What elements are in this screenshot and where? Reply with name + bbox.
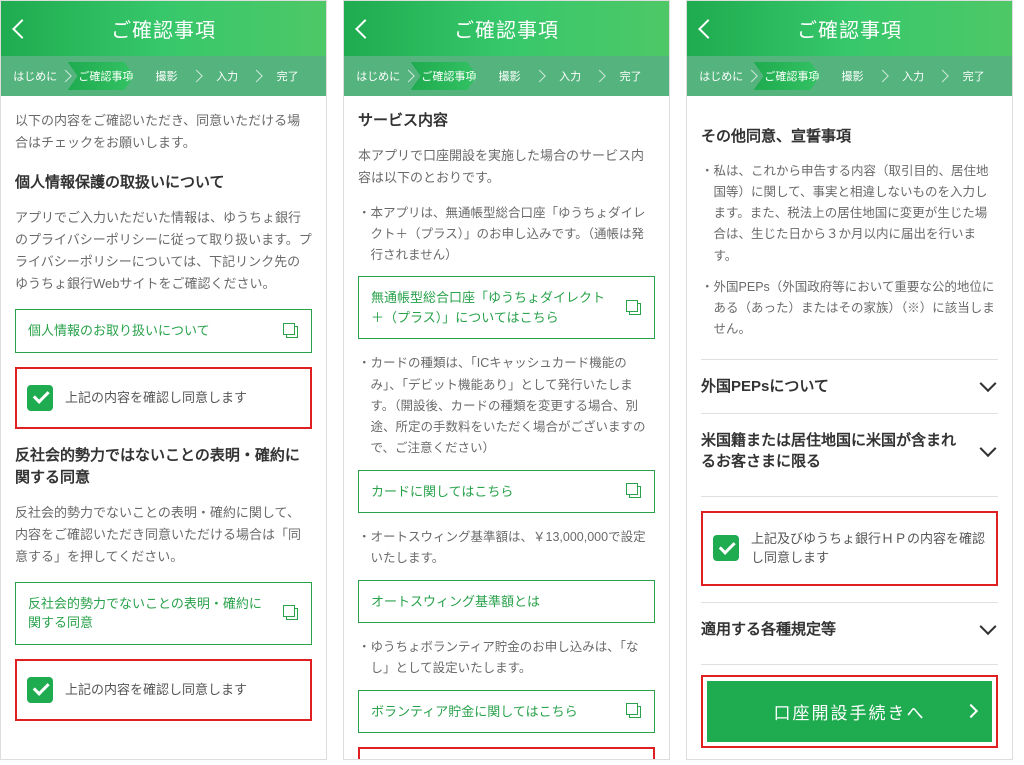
step-input: 入力: [542, 62, 599, 90]
content: サービス内容 本アプリで口座開設を実施した場合のサービス内容は以下のとおりです。…: [344, 96, 669, 759]
checkbox-checked-icon[interactable]: [27, 385, 53, 411]
header: ご確認事項: [344, 1, 669, 56]
divider: [701, 664, 998, 665]
divider: [701, 496, 998, 497]
proceed-highlight: 口座開設手続きへ: [701, 675, 998, 748]
expand-us-person[interactable]: 米国籍または居住地国に米国が含まれるお客さまに限る: [701, 413, 998, 488]
privacy-para: アプリでご入力いただいた情報は、ゆうちょ銀行のプライバシーポリシーに従って取り扱…: [15, 207, 312, 295]
page-title: ご確認事項: [797, 14, 902, 43]
step-input: 入力: [199, 62, 256, 90]
service-intro: 本アプリで口座開設を実施した場合のサービス内容は以下のとおりです。: [358, 145, 655, 189]
step-intro: はじめに: [350, 62, 407, 90]
step-done: 完了: [259, 62, 316, 90]
chevron-down-icon: [980, 440, 997, 457]
content: 以下の内容をご確認いただき、同意いただける場合はチェックをお願いします。 個人情…: [1, 96, 326, 759]
header: ご確認事項: [1, 1, 326, 56]
antisocial-link[interactable]: 反社会的勢力でないことの表明・確約に関する同意: [15, 582, 312, 645]
external-link-icon: [283, 323, 299, 339]
step-confirm: ご確認事項: [754, 62, 821, 90]
progress-bar: はじめに ご確認事項 撮影 入力 完了: [344, 56, 669, 96]
step-intro: はじめに: [7, 62, 64, 90]
other-check-label: 上記及びゆうちょ銀行ＨＰの内容を確認し同意します: [751, 529, 986, 568]
service-check-row[interactable]: 上記の内容を確認し同意します: [364, 753, 649, 759]
other-consent-title: その他同意、宣誓事項: [701, 126, 998, 149]
page-title: ご確認事項: [454, 14, 559, 43]
back-icon[interactable]: [12, 19, 32, 39]
progress-bar: はじめに ご確認事項 撮影 入力 完了: [1, 56, 326, 96]
direct-plus-link[interactable]: 無通帳型総合口座「ゆうちょダイレクト＋（プラス）」についてはこちら: [358, 276, 655, 339]
antisocial-check-row[interactable]: 上記の内容を確認し同意します: [21, 665, 306, 715]
step-confirm: ご確認事項: [68, 62, 135, 90]
step-photo: 撮影: [824, 62, 881, 90]
privacy-check-highlight: 上記の内容を確認し同意します: [15, 367, 312, 429]
step-photo: 撮影: [481, 62, 538, 90]
other-check-highlight: 上記及びゆうちょ銀行ＨＰの内容を確認し同意します: [701, 511, 998, 586]
screen-3: ご確認事項 はじめに ご確認事項 撮影 入力 完了 その他同意、宣誓事項 私は、…: [686, 0, 1013, 760]
content: その他同意、宣誓事項 私は、これから申告する内容（取引目的、居住地国等）に関して…: [687, 96, 1012, 759]
back-icon[interactable]: [698, 19, 718, 39]
back-icon[interactable]: [355, 19, 375, 39]
header: ご確認事項: [687, 1, 1012, 56]
volunteer-link[interactable]: ボランティア貯金に関してはこちら: [358, 690, 655, 734]
other-check-row[interactable]: 上記及びゆうちょ銀行ＨＰの内容を確認し同意します: [707, 517, 992, 580]
screen-1: ご確認事項 はじめに ご確認事項 撮影 入力 完了 以下の内容をご確認いただき、…: [0, 0, 327, 760]
step-done: 完了: [945, 62, 1002, 90]
step-intro: はじめに: [693, 62, 750, 90]
intro-text: 以下の内容をご確認いただき、同意いただける場合はチェックをお願いします。: [15, 110, 312, 154]
expand-foreign-peps[interactable]: 外国PEPsについて: [701, 359, 998, 413]
proceed-button[interactable]: 口座開設手続きへ: [707, 681, 992, 742]
antisocial-para: 反社会的勢力でないことの表明・確約に関して、内容をご確認いただき同意いただける場…: [15, 502, 312, 568]
step-done: 完了: [602, 62, 659, 90]
progress-bar: はじめに ご確認事項 撮影 入力 完了: [687, 56, 1012, 96]
privacy-check-row[interactable]: 上記の内容を確認し同意します: [21, 373, 306, 423]
autoswing-link[interactable]: オートスウィング基準額とは: [358, 580, 655, 624]
service-title: サービス内容: [358, 110, 655, 133]
antisocial-check-highlight: 上記の内容を確認し同意します: [15, 659, 312, 721]
external-link-icon: [626, 483, 642, 499]
external-link-icon: [283, 605, 299, 621]
bullet-peps: 外国PEPs（外国政府等において重要な公的地位にある（あった）またはその家族）（…: [701, 277, 998, 341]
page-title: ご確認事項: [111, 14, 216, 43]
step-input: 入力: [885, 62, 942, 90]
bullet-2: カードの種類は、「ICキャッシュカード機能のみ」、「デビット機能あり」として発行…: [358, 353, 655, 459]
chevron-right-icon: [964, 704, 978, 718]
card-link[interactable]: カードに関してはこちら: [358, 470, 655, 514]
step-photo: 撮影: [138, 62, 195, 90]
bullet-declaration: 私は、これから申告する内容（取引目的、居住地国等）に関して、事実と相違しないもの…: [701, 161, 998, 267]
checkbox-checked-icon[interactable]: [27, 677, 53, 703]
bullet-4: ゆうちょボランティア貯金のお申し込みは、「なし」として設定いたします。: [358, 637, 655, 680]
chevron-down-icon: [980, 375, 997, 392]
bullet-3: オートスウィング基準額は、￥13,000,000で設定いたします。: [358, 527, 655, 570]
external-link-icon: [626, 300, 642, 316]
service-check-highlight: 上記の内容を確認し同意します: [358, 747, 655, 759]
step-confirm: ご確認事項: [411, 62, 478, 90]
antisocial-title: 反社会的勢力ではないことの表明・確約に関する同意: [15, 445, 312, 490]
external-link-icon: [626, 703, 642, 719]
chevron-down-icon: [980, 618, 997, 635]
privacy-link[interactable]: 個人情報のお取り扱いについて: [15, 309, 312, 353]
privacy-title: 個人情報保護の取扱いについて: [15, 172, 312, 195]
screen-2: ご確認事項 はじめに ご確認事項 撮影 入力 完了 サービス内容 本アプリで口座…: [343, 0, 670, 760]
privacy-check-label: 上記の内容を確認し同意します: [65, 388, 247, 408]
bullet-1: 本アプリは、無通帳型総合口座「ゆうちょダイレクト＋（プラス）」のお申し込みです。…: [358, 203, 655, 267]
expand-regulations[interactable]: 適用する各種規定等: [701, 602, 998, 656]
antisocial-check-label: 上記の内容を確認し同意します: [65, 680, 247, 700]
checkbox-checked-icon[interactable]: [713, 535, 739, 561]
